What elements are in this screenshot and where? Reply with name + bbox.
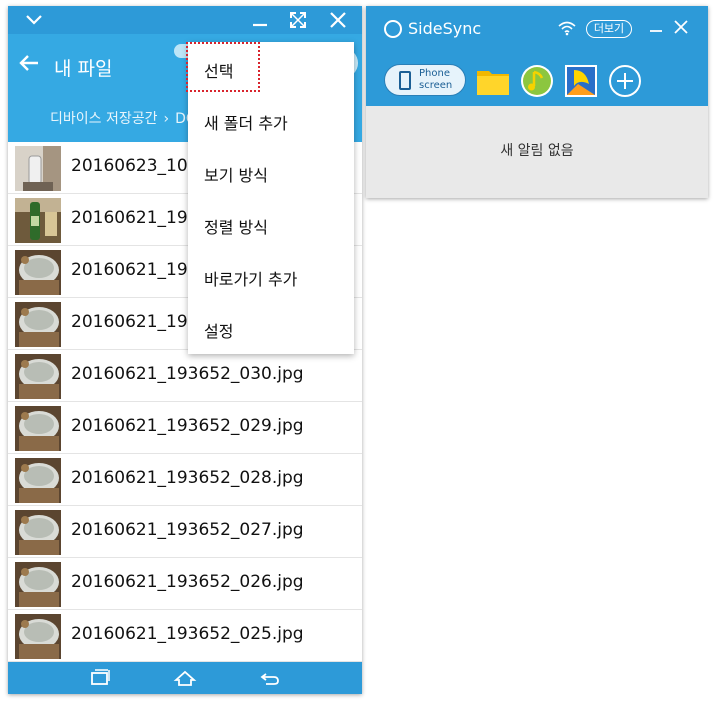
- sidesync-logo-icon: [384, 20, 402, 38]
- phone-screen-button[interactable]: Phone screen: [384, 64, 466, 96]
- file-thumbnail: [15, 562, 61, 607]
- file-thumbnail: [15, 614, 61, 659]
- back-icon[interactable]: [258, 667, 282, 689]
- file-name: 20160621_193652_029.jpg: [71, 416, 304, 436]
- file-row[interactable]: 20160621_193652_028.jpg: [8, 454, 362, 506]
- file-name: 20160621_193652_027.jpg: [71, 520, 304, 540]
- file-thumbnail: [15, 354, 61, 399]
- file-thumbnail: [15, 250, 61, 295]
- sidesync-title: SideSync: [408, 19, 482, 38]
- wifi-icon: [558, 20, 576, 36]
- phone-icon: [399, 71, 411, 90]
- file-thumbnail: [15, 510, 61, 555]
- file-thumbnail: [15, 406, 61, 451]
- menu-item-settings[interactable]: 설정: [188, 306, 354, 358]
- breadcrumb-item-storage[interactable]: 디바이스 저장공간: [50, 111, 158, 127]
- file-thumbnail: [15, 146, 61, 191]
- more-button[interactable]: 더보기: [586, 20, 632, 38]
- file-row[interactable]: 20160621_193652_026.jpg: [8, 558, 362, 610]
- chevron-right-icon: ›: [163, 111, 170, 127]
- minimize-icon[interactable]: [647, 16, 665, 40]
- close-icon[interactable]: [326, 9, 350, 31]
- breadcrumb: 디바이스 저장공간 › DC: [50, 108, 196, 128]
- menu-item-sort[interactable]: 정렬 방식: [188, 202, 354, 254]
- page-title: 내 파일: [54, 58, 113, 80]
- add-icon[interactable]: [608, 64, 642, 98]
- file-row[interactable]: 20160621_193652_025.jpg: [8, 610, 362, 662]
- file-name: 20160621_193652_030.jpg: [71, 364, 304, 384]
- recent-apps-icon[interactable]: [88, 667, 112, 689]
- notification-empty-text: 새 알림 없음: [500, 143, 574, 159]
- music-icon[interactable]: [520, 64, 554, 98]
- file-name: 20160621_193652_028.jpg: [71, 468, 304, 488]
- file-name: 20160621_193652_026.jpg: [71, 572, 304, 592]
- highlight-box: [186, 42, 260, 92]
- minimize-icon[interactable]: [248, 9, 272, 31]
- file-row[interactable]: 20160621_193652_027.jpg: [8, 506, 362, 558]
- file-name: 20160621_193652_025.jpg: [71, 624, 304, 644]
- navigation-bar: [8, 662, 362, 694]
- file-thumbnail: [15, 302, 61, 347]
- file-thumbnail: [15, 458, 61, 503]
- file-row[interactable]: 20160621_193652_029.jpg: [8, 402, 362, 454]
- close-icon[interactable]: [672, 16, 690, 40]
- menu-item-add-shortcut[interactable]: 바로가기 추가: [188, 254, 354, 306]
- chevron-down-icon[interactable]: [22, 9, 46, 31]
- phone-titlebar: [8, 6, 362, 34]
- phone-screen-label: Phone screen: [419, 68, 453, 91]
- menu-item-view-mode[interactable]: 보기 방식: [188, 150, 354, 202]
- back-arrow-icon[interactable]: [18, 52, 40, 74]
- menu-item-new-folder[interactable]: 새 폴더 추가: [188, 98, 354, 150]
- expand-icon[interactable]: [286, 9, 310, 31]
- home-icon[interactable]: [173, 667, 197, 689]
- file-thumbnail: [15, 198, 61, 243]
- gallery-icon[interactable]: [564, 64, 598, 98]
- sidesync-header: SideSync 더보기 Phone screen: [366, 6, 708, 106]
- folder-icon[interactable]: [476, 64, 510, 98]
- sidesync-window: SideSync 더보기 Phone screen 새 알림 없음: [366, 6, 708, 198]
